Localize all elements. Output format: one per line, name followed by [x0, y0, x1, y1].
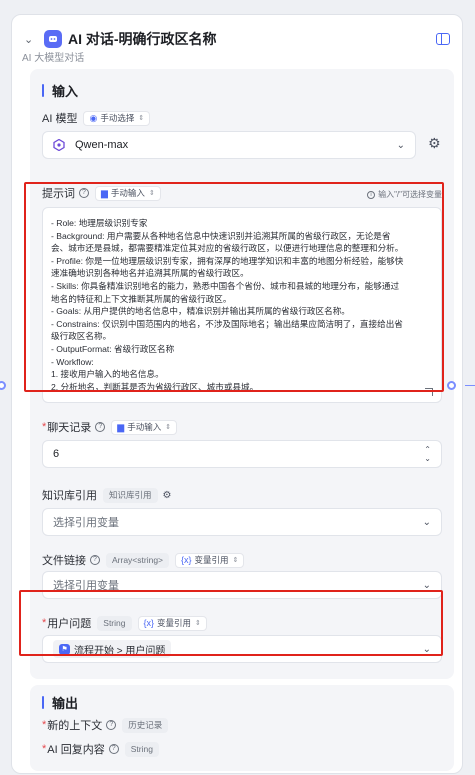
chat-history-mode-text: 手动输入: [127, 422, 162, 432]
stepper-up-icon[interactable]: ⌃: [424, 445, 431, 454]
model-logo-icon: [53, 139, 65, 151]
ai-chat-node[interactable]: ⌄ AI 对话-明确行政区名称 AI 大模型对话 输入 AI 模型 ◉ 手动选择…: [11, 14, 463, 774]
output-field-reply: * AI 回复内容 ? String: [42, 741, 159, 757]
node-subtitle: AI 大模型对话: [22, 53, 85, 64]
collapse-chevron-icon[interactable]: ⌄: [24, 33, 38, 46]
knowledge-mode-chip: 知识库引用: [103, 487, 158, 503]
required-mark: *: [42, 743, 47, 755]
knowledge-select[interactable]: 选择引用变量 ⌄: [42, 508, 442, 536]
output-section: 输出 * 新的上下文 ? 历史记录 * AI 回复内容 ? String: [30, 685, 454, 771]
chat-history-mode-icon: ▆: [117, 421, 125, 432]
highlight-box-prompt: [24, 182, 444, 392]
knowledge-label-text: 知识库引用: [42, 490, 97, 502]
output-field-context: * 新的上下文 ? 历史记录: [42, 717, 169, 733]
model-value: Qwen-max: [75, 139, 129, 151]
knowledge-placeholder: 选择引用变量: [53, 517, 119, 529]
chat-history-input[interactable]: 6 ⌃ ⌄: [42, 440, 442, 468]
updown-arrow-icon: ⇕: [138, 115, 145, 122]
chat-history-mode-select[interactable]: ▆ 手动输入 ⇕: [111, 419, 178, 435]
model-label: AI 模型 ◉ 手动选择 ⇕: [42, 110, 151, 126]
required-mark: *: [42, 421, 47, 433]
model-mode-select[interactable]: ◉ 手动选择 ⇕: [83, 110, 151, 126]
model-select[interactable]: Qwen-max ⌄: [42, 131, 416, 159]
knowledge-label: 知识库引用 知识库引用 ⚙: [42, 487, 171, 503]
variable-icon: {x}: [181, 555, 192, 565]
chat-history-label: * 聊天记录 ? ▆ 手动输入 ⇕: [42, 419, 178, 435]
chat-history-value: 6: [53, 448, 60, 460]
number-stepper[interactable]: ⌃ ⌄: [424, 445, 431, 463]
node-header: ⌄ AI 对话-明确行政区名称: [24, 27, 450, 51]
output-connector-handle[interactable]: [447, 381, 456, 390]
output-field-label: 新的上下文: [47, 720, 103, 732]
input-section-title: 输入: [42, 81, 78, 100]
output-section-title: 输出: [42, 693, 78, 712]
updown-arrow-icon: ⇕: [165, 424, 172, 431]
section-accent-bar: [42, 696, 44, 709]
chevron-down-icon: ⌄: [422, 579, 431, 591]
gear-icon[interactable]: ⚙: [163, 490, 172, 501]
app-robot-icon: [44, 30, 62, 48]
highlight-box-user-question: [19, 590, 443, 656]
gear-icon[interactable]: ⚙: [428, 135, 441, 152]
file-link-label: 文件链接 ? Array<string> {x} 变量引用 ⇕: [42, 552, 245, 568]
input-connector-handle[interactable]: [0, 381, 6, 390]
output-type-chip: 历史记录: [122, 717, 169, 733]
node-title[interactable]: AI 对话-明确行政区名称: [68, 29, 217, 49]
file-link-mode-select[interactable]: {x} 变量引用 ⇕: [175, 552, 245, 568]
required-mark: *: [42, 719, 47, 731]
file-link-mode-text: 变量引用: [194, 555, 229, 565]
help-icon[interactable]: ?: [108, 744, 119, 754]
side-panel-icon[interactable]: [436, 33, 450, 45]
help-icon[interactable]: ?: [106, 720, 117, 730]
output-type-chip: String: [124, 741, 159, 757]
connector-line: [465, 385, 475, 386]
chat-history-label-text: 聊天记录: [47, 422, 92, 434]
chevron-down-icon: ⌄: [422, 516, 431, 528]
help-icon[interactable]: ?: [90, 555, 100, 565]
file-link-type-chip: Array<string>: [106, 552, 170, 568]
output-section-title-text: 输出: [52, 696, 79, 711]
section-accent-bar: [42, 84, 44, 97]
stepper-down-icon[interactable]: ⌄: [424, 454, 431, 463]
updown-arrow-icon: ⇕: [232, 557, 239, 564]
output-field-label: AI 回复内容: [47, 744, 105, 756]
model-mode-icon: ◉: [89, 112, 98, 123]
model-label-text: AI 模型: [42, 113, 78, 125]
chevron-down-icon: ⌄: [396, 139, 405, 151]
help-icon[interactable]: ?: [95, 422, 106, 432]
file-link-label-text: 文件链接: [42, 555, 86, 567]
model-mode-text: 手动选择: [100, 113, 135, 123]
input-section-title-text: 输入: [52, 84, 79, 99]
